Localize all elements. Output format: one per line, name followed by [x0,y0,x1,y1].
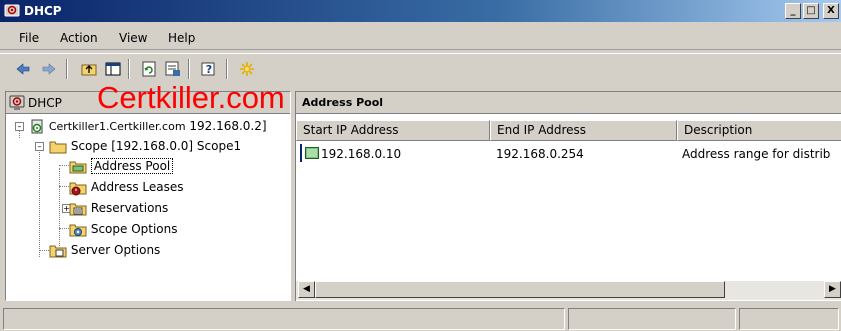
show-hide-console-tree-icon[interactable] [104,60,122,78]
scroll-left-button[interactable]: ◀ [298,281,315,298]
column-description[interactable]: Description [677,120,841,141]
dhcp-app-icon [4,4,20,17]
tree-line [59,168,60,246]
tree-node-scope-options[interactable]: Scope Options [69,220,178,238]
tree-node-address-pool[interactable]: Address Pool [69,157,174,175]
toolbar-separator [128,59,130,79]
dhcp-root-icon [9,95,25,110]
details-pane[interactable]: Address Pool Start IP Address End IP Add… [295,91,841,301]
menu-view[interactable]: View [119,31,147,45]
server-options-icon [49,245,67,257]
row-focus-marker [300,144,302,162]
add-server-icon[interactable] [238,60,256,78]
toolbar-separator [188,59,190,79]
tree-line [59,165,69,166]
reservations-icon [69,203,87,215]
column-header-row: Start IP Address End IP Address Descript… [296,120,841,141]
scope-folder-icon [49,141,67,153]
column-end-ip[interactable]: End IP Address [490,120,677,141]
details-title: Address Pool [302,96,384,109]
console-tree[interactable]: DHCP – Certkiller1.Certkiller.com 192.16… [5,91,291,301]
address-leases-icon [69,182,87,195]
minimize-button[interactable]: _ [785,3,801,19]
status-panel-main [3,308,565,330]
cell-description: Address range for distrib [682,147,831,161]
scroll-right-button[interactable]: ▶ [824,281,841,298]
scroll-thumb[interactable] [315,281,725,298]
reservations-label: Reservations [90,201,169,215]
forward-arrow-icon[interactable] [40,60,58,78]
back-arrow-icon[interactable] [14,60,32,78]
server-options-label: Server Options [70,243,161,257]
address-pool-icon [69,161,87,173]
tree-node-reservations[interactable]: Reservations [69,199,168,217]
refresh-icon[interactable] [140,60,158,78]
details-header: Address Pool [296,92,841,114]
svg-text:?: ? [206,63,212,76]
scope-label: Scope [192.168.0.0] Scope1 [70,139,242,153]
status-panel-3 [739,308,839,330]
title-bar[interactable]: DHCP _ □ X [0,0,841,22]
toolbar: ? [0,53,841,83]
tree-header: DHCP [6,92,290,114]
scope-options-label: Scope Options [90,222,178,236]
status-panel-2 [568,308,736,330]
tree-node-server-options[interactable]: Server Options [49,241,160,259]
column-start-ip[interactable]: Start IP Address [296,120,490,141]
status-bar [0,305,841,331]
toolbar-separator [226,59,228,79]
server-ip: 192.168.0.2] [189,119,267,133]
menu-help[interactable]: Help [168,31,195,45]
cell-end-ip: 192.168.0.254 [496,147,584,161]
cell-start-ip: 192.168.0.10 [321,147,402,161]
tree-line [59,228,69,229]
export-list-icon[interactable] [164,60,182,78]
dhcp-server-icon [31,119,43,133]
tree-node-scope[interactable]: Scope [192.168.0.0] Scope1 [49,137,241,155]
tree-line [39,149,40,257]
tree-node-server[interactable]: Certkiller1.Certkiller.com 192.168.0.2] [29,117,267,135]
server-collapse-toggle[interactable]: – [15,122,24,131]
up-one-level-icon[interactable] [80,60,98,78]
address-leases-label: Address Leases [90,180,184,194]
horizontal-scrollbar[interactable]: ◀ ▶ [296,281,841,300]
address-pool-label: Address Pool [90,158,174,174]
close-button[interactable]: X [823,3,839,19]
scope-options-icon [69,224,87,236]
dhcp-window: DHCP _ □ X File Action View Help ? DHCP … [0,0,841,331]
ip-range-icon [305,147,319,159]
window-title: DHCP [24,4,62,18]
scope-collapse-toggle[interactable]: – [35,142,44,151]
server-label: Certkiller1.Certkiller.com [48,120,186,133]
help-icon[interactable]: ? [200,60,218,78]
menu-action[interactable]: Action [60,31,98,45]
toolbar-separator [66,59,68,79]
menu-bar: File Action View Help [0,26,841,50]
tree-root-label[interactable]: DHCP [28,96,62,110]
tree-node-address-leases[interactable]: Address Leases [69,178,184,196]
tree-line [59,186,69,187]
maximize-button[interactable]: □ [803,3,819,19]
menu-file[interactable]: File [19,31,39,45]
